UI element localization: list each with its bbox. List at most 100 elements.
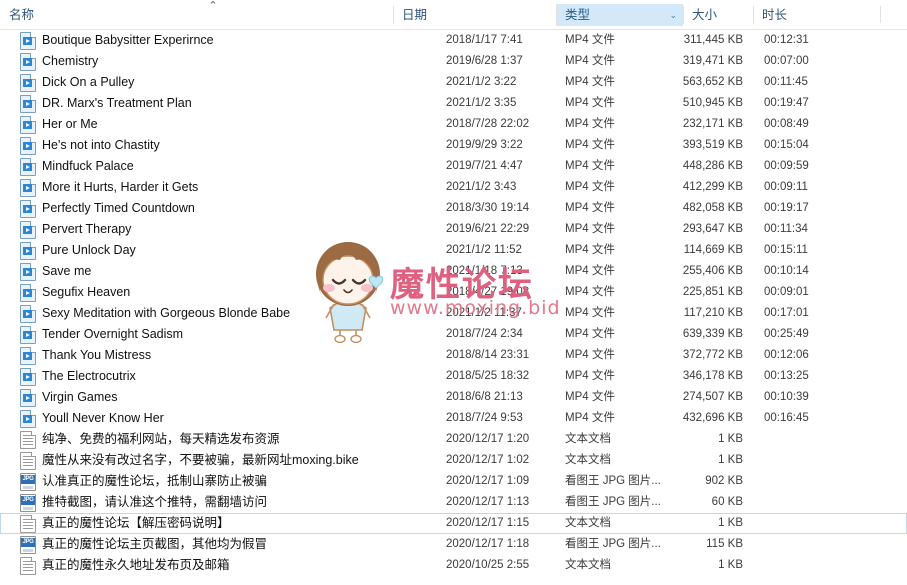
file-name-cell[interactable]: Chemistry <box>20 52 98 71</box>
column-header-size[interactable]: 大小 <box>683 4 753 26</box>
file-name-cell[interactable]: Tender Overnight Sadism <box>20 325 183 344</box>
file-name-cell[interactable]: 纯净、免费的福利网站，每天精选发布资源 <box>20 430 280 449</box>
file-size-cell: 232,171 KB <box>682 118 743 130</box>
file-size-cell: 114,669 KB <box>683 244 743 256</box>
file-size-cell: 563,652 KB <box>682 76 743 88</box>
file-name-label: Sexy Meditation with Gorgeous Blonde Bab… <box>42 306 291 320</box>
file-size-cell: 432,696 KB <box>682 412 743 424</box>
file-name-label: Chemistry <box>42 54 99 68</box>
file-row[interactable]: Virgin Games 2018/6/8 21:13 MP4 文件 274,507 … <box>0 387 907 408</box>
file-name-cell[interactable]: JPG 推特截图，请认准这个推特，需翻墙访问 <box>20 493 267 512</box>
file-date-cell: 2020/12/17 1:20 <box>446 433 530 445</box>
column-header-bar: ⌃ 名称 日期 类型 ⌄ 大小 时长 <box>0 0 907 30</box>
chevron-down-icon[interactable]: ⌄ <box>669 4 677 26</box>
mp4-file-icon <box>20 94 36 113</box>
file-size-cell: 412,299 KB <box>682 181 743 193</box>
file-row[interactable]: Sexy Meditation with Gorgeous Blonde Bab… <box>0 303 907 324</box>
file-row[interactable]: DR. Marx's Treatment Plan 2021/1/2 3:35 MP… <box>0 93 907 114</box>
column-header-name-label: 名称 <box>9 8 35 22</box>
file-size-cell: 293,647 KB <box>682 223 743 235</box>
file-name-label: Save me <box>42 264 92 278</box>
file-name-label: Tender Overnight Sadism <box>42 327 184 341</box>
file-row[interactable]: The Electrocutrix 2018/5/25 18:32 MP4 文件 34… <box>0 366 907 387</box>
file-row[interactable]: He's not into Chastity 2019/9/29 3:22 MP4 … <box>0 135 907 156</box>
file-row[interactable]: More it Hurts, Harder it Gets 2021/1/2 3:… <box>0 177 907 198</box>
file-size-cell: 225,851 KB <box>682 286 743 298</box>
file-name-cell[interactable]: Pervert Therapy <box>20 220 131 239</box>
file-name-cell[interactable]: Save me <box>20 262 91 281</box>
file-row[interactable]: 真正的魔性论坛【解压密码说明】 2020/12/17 1:15 文本文档 1 KB <box>0 513 907 534</box>
file-name-cell[interactable]: He's not into Chastity <box>20 136 160 155</box>
file-type-cell: MP4 文件 <box>565 118 615 130</box>
mp4-file-icon <box>20 31 36 50</box>
file-date-cell: 2021/1/2 3:35 <box>446 97 517 109</box>
file-name-cell[interactable]: Mindfuck Palace <box>20 157 134 176</box>
file-row[interactable]: Thank You Mistress 2018/8/14 23:31 MP4 文件 3… <box>0 345 907 366</box>
file-row[interactable]: Perfectly Timed Countdown 2018/3/30 19:14… <box>0 198 907 219</box>
mp4-file-icon <box>20 367 36 386</box>
file-name-cell[interactable]: DR. Marx's Treatment Plan <box>20 94 192 113</box>
file-name-cell[interactable]: Virgin Games <box>20 388 118 407</box>
file-row[interactable]: Her or Me 2018/7/28 22:02 MP4 文件 232,171 KB… <box>0 114 907 135</box>
file-name-cell[interactable]: Thank You Mistress <box>20 346 151 365</box>
column-header-type[interactable]: 类型 ⌄ <box>556 4 683 26</box>
file-type-cell: MP4 文件 <box>565 370 615 382</box>
file-type-cell: MP4 文件 <box>565 307 615 319</box>
file-row[interactable]: Mindfuck Palace 2019/7/21 4:47 MP4 文件 448,2… <box>0 156 907 177</box>
file-name-label: 纯净、免费的福利网站，每天精选发布资源 <box>42 432 280 446</box>
file-row[interactable]: Segufix Heaven 2018/4/27 19:08 MP4 文件 225,8… <box>0 282 907 303</box>
file-row[interactable]: Save me 2021/1/18 7:13 MP4 文件 255,406 KB 00:… <box>0 261 907 282</box>
file-row[interactable]: 魔性从来没有改过名字，不要被骗，最新网址moxing.bike 2020/12/1… <box>0 450 907 471</box>
file-type-cell: MP4 文件 <box>565 286 615 298</box>
file-type-cell: 看图王 JPG 图片... <box>565 538 661 550</box>
file-name-cell[interactable]: Youll Never Know Her <box>20 409 164 428</box>
file-row[interactable]: 真正的魔性永久地址发布页及邮箱 2020/10/25 2:55 文本文档 1 KB <box>0 555 907 576</box>
file-size-cell: 60 KB <box>711 496 743 508</box>
file-name-label: More it Hurts, Harder it Gets <box>42 180 199 194</box>
file-duration-cell: 00:09:11 <box>764 181 808 193</box>
file-name-cell[interactable]: JPG 认准真正的魔性论坛，抵制山寨防止被骗 <box>20 472 267 491</box>
mp4-file-icon <box>20 178 36 197</box>
file-row[interactable]: Youll Never Know Her 2018/7/24 9:53 MP4 文件… <box>0 408 907 429</box>
column-header-duration[interactable]: 时长 <box>753 4 880 26</box>
file-row[interactable]: JPG 认准真正的魔性论坛，抵制山寨防止被骗 2020/12/17 1:09 看图王 … <box>0 471 907 492</box>
file-row[interactable]: 纯净、免费的福利网站，每天精选发布资源 2020/12/17 1:20 文本文档 1 … <box>0 429 907 450</box>
file-name-cell[interactable]: 真正的魔性论坛【解压密码说明】 <box>20 514 230 533</box>
file-date-cell: 2020/12/17 1:02 <box>446 454 530 466</box>
file-row[interactable]: Pure Unlock Day 2021/1/2 11:52 MP4 文件 114,6… <box>0 240 907 261</box>
file-name-cell[interactable]: 魔性从来没有改过名字，不要被骗，最新网址moxing.bike <box>20 451 359 470</box>
file-date-cell: 2018/6/8 21:13 <box>446 391 523 403</box>
file-name-cell[interactable]: Her or Me <box>20 115 98 134</box>
file-row[interactable]: Boutique Babysitter Experirnce 2018/1/17 … <box>0 30 907 51</box>
file-name-cell[interactable]: Segufix Heaven <box>20 283 130 302</box>
file-row[interactable]: Chemistry 2019/6/28 1:37 MP4 文件 319,471 KB 0… <box>0 51 907 72</box>
column-header-name[interactable]: 名称 <box>0 4 393 26</box>
file-name-cell[interactable]: Perfectly Timed Countdown <box>20 199 195 218</box>
file-row[interactable]: JPG 推特截图，请认准这个推特，需翻墙访问 2020/12/17 1:13 看图王 … <box>0 492 907 513</box>
file-name-label: Youll Never Know Her <box>42 411 164 425</box>
file-duration-cell: 00:12:31 <box>764 34 809 46</box>
file-name-cell[interactable]: More it Hurts, Harder it Gets <box>20 178 198 197</box>
file-row[interactable]: Dick On a Pulley 2021/1/2 3:22 MP4 文件 563,6… <box>0 72 907 93</box>
file-name-cell[interactable]: Dick On a Pulley <box>20 73 134 92</box>
file-name-cell[interactable]: Boutique Babysitter Experirnce <box>20 31 214 50</box>
jpg-file-icon: JPG <box>20 472 36 491</box>
column-header-date[interactable]: 日期 <box>393 4 556 26</box>
file-name-label: Boutique Babysitter Experirnce <box>42 33 214 47</box>
mp4-file-icon <box>20 52 36 71</box>
file-name-cell[interactable]: Pure Unlock Day <box>20 241 136 260</box>
file-type-cell: MP4 文件 <box>565 349 615 361</box>
file-row[interactable]: JPG 真正的魔性论坛主页截图，其他均为假冒 2020/12/17 1:18 看图王 … <box>0 534 907 555</box>
file-name-cell[interactable]: The Electrocutrix <box>20 367 136 386</box>
mp4-file-icon <box>20 262 36 281</box>
file-duration-cell: 00:08:49 <box>764 118 809 130</box>
file-type-cell: MP4 文件 <box>565 391 615 403</box>
mp4-file-icon <box>20 346 36 365</box>
file-date-cell: 2020/12/17 1:15 <box>446 517 530 529</box>
file-name-cell[interactable]: JPG 真正的魔性论坛主页截图，其他均为假冒 <box>20 535 267 554</box>
file-name-cell[interactable]: 真正的魔性永久地址发布页及邮箱 <box>20 556 230 575</box>
file-row[interactable]: Pervert Therapy 2019/6/21 22:29 MP4 文件 293,… <box>0 219 907 240</box>
file-name-cell[interactable]: Sexy Meditation with Gorgeous Blonde Bab… <box>20 304 290 323</box>
file-date-cell: 2018/4/27 19:08 <box>446 286 530 298</box>
file-row[interactable]: Tender Overnight Sadism 2018/7/24 2:34 MP4… <box>0 324 907 345</box>
